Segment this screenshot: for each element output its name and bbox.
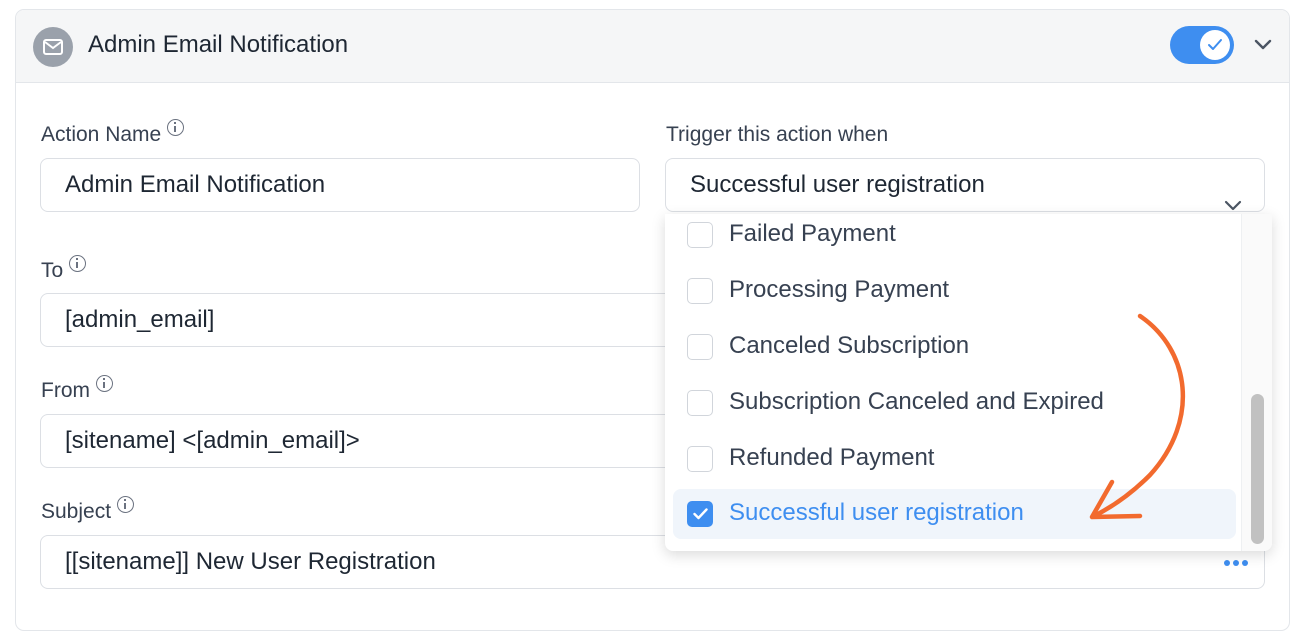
enable-toggle[interactable] (1170, 26, 1234, 64)
checkbox[interactable] (687, 446, 713, 472)
checkbox[interactable] (687, 334, 713, 360)
action-name-input[interactable]: Admin Email Notification (40, 158, 640, 212)
scroll-thumb[interactable] (1251, 394, 1264, 544)
chevron-down-icon[interactable] (1254, 38, 1272, 56)
checkbox[interactable] (687, 390, 713, 416)
action-name-label: Action Name (41, 119, 185, 147)
dropdown-option[interactable]: Processing Payment (665, 266, 1240, 316)
checkbox[interactable] (687, 222, 713, 248)
dropdown-scrollbar[interactable] (1241, 214, 1272, 551)
info-icon[interactable] (167, 119, 185, 136)
info-icon[interactable] (96, 375, 113, 392)
info-icon[interactable] (69, 255, 87, 272)
checkbox[interactable] (687, 278, 713, 304)
info-icon[interactable] (117, 496, 135, 513)
checkbox-checked[interactable] (687, 501, 713, 527)
card-title: Admin Email Notification (88, 31, 349, 58)
mail-icon (33, 27, 73, 67)
to-label: To (41, 255, 87, 283)
subject-label: Subject (41, 496, 135, 524)
trigger-select-value: Successful user registration (690, 171, 985, 198)
toggle-knob (1200, 30, 1230, 60)
dropdown-option[interactable]: Failed Payment (665, 214, 1240, 260)
annotation-arrow-icon (1089, 313, 1186, 520)
more-icon[interactable] (1224, 560, 1248, 566)
card-header[interactable]: Admin Email Notification (16, 10, 1289, 83)
trigger-label: Trigger this action when (666, 123, 889, 146)
from-label: From (41, 375, 113, 403)
subject-value: [[sitename]] New User Registration (65, 548, 436, 575)
trigger-select[interactable]: Successful user registration (665, 158, 1265, 212)
